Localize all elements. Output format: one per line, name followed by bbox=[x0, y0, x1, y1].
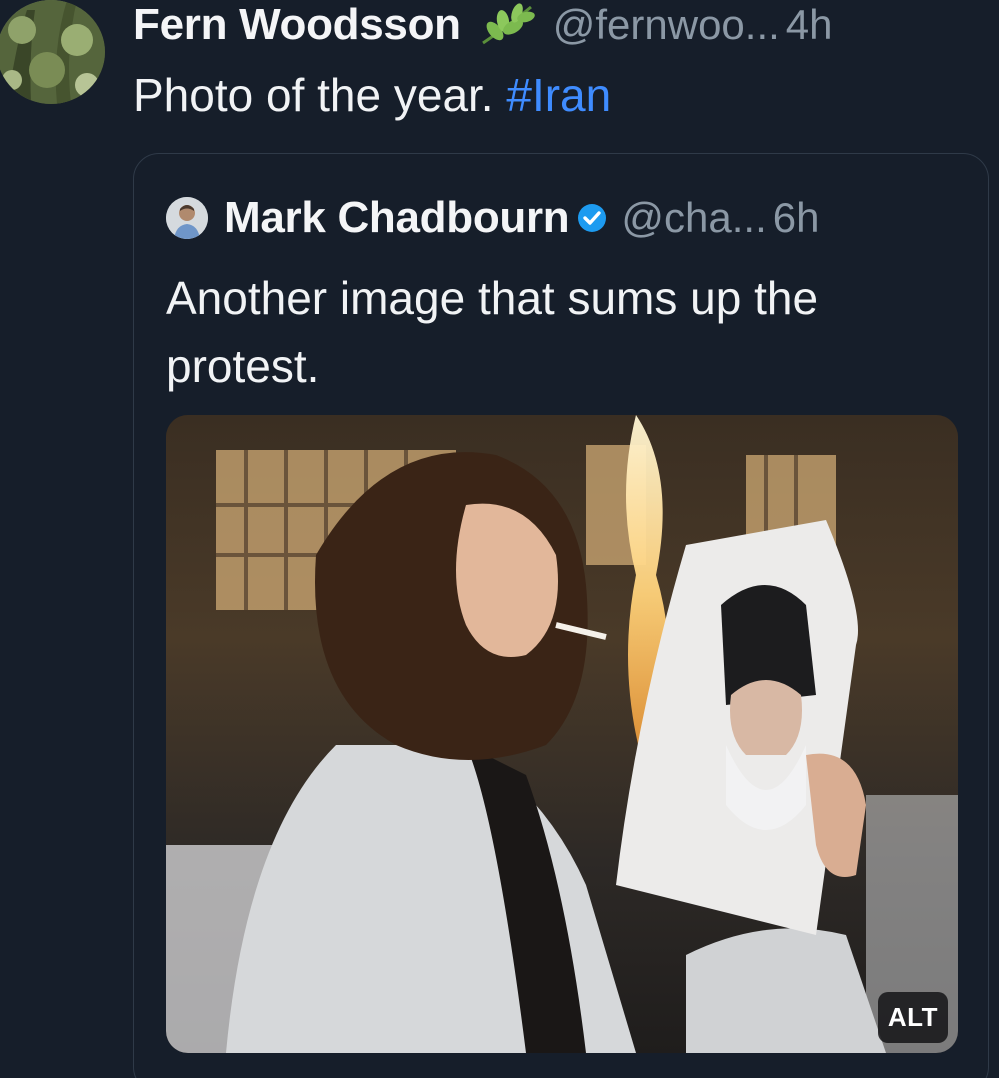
quote-header: Mark Chadbourn @cha... 6h bbox=[166, 190, 819, 246]
verified-badge-icon bbox=[575, 201, 609, 235]
post-text-content: Photo of the year. bbox=[133, 69, 494, 121]
quote-media-image[interactable]: ALT bbox=[166, 415, 958, 1053]
author-handle[interactable]: @fernwoo... bbox=[553, 1, 780, 49]
author-name[interactable]: Fern Woodsson bbox=[133, 0, 461, 50]
hashtag-link[interactable]: #Iran bbox=[506, 69, 611, 121]
post-card[interactable]: Fern Woodsson @fernwoo... 4h Photo of th… bbox=[0, 0, 999, 1078]
quote-author-handle[interactable]: @cha... bbox=[621, 194, 766, 242]
post-timestamp[interactable]: 4h bbox=[786, 1, 833, 49]
author-avatar[interactable] bbox=[0, 0, 105, 104]
quote-author-name[interactable]: Mark Chadbourn bbox=[224, 193, 570, 243]
alt-text-badge[interactable]: ALT bbox=[877, 992, 948, 1043]
quote-text: Another image that sums up the protest. bbox=[166, 272, 819, 392]
leaf-emoji-icon bbox=[479, 3, 537, 47]
quote-timestamp[interactable]: 6h bbox=[773, 194, 820, 242]
post-header: Fern Woodsson @fernwoo... 4h bbox=[133, 0, 989, 50]
quote-author-avatar[interactable] bbox=[166, 197, 208, 239]
post-text: Photo of the year. #Iran bbox=[133, 68, 611, 122]
quoted-post[interactable]: Mark Chadbourn @cha... 6h Another image … bbox=[133, 153, 989, 1078]
